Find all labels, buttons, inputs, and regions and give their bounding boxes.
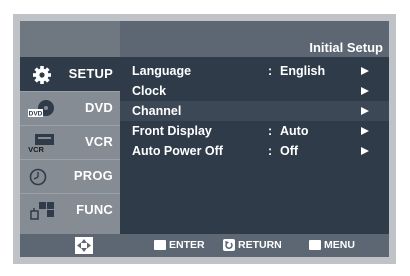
sidebar: SETUP DVD DVD VCR VCR PROG FUNC bbox=[20, 21, 120, 234]
svg-text:VCR: VCR bbox=[28, 145, 44, 153]
menu-item-value: English bbox=[280, 64, 326, 78]
svg-text:DVD: DVD bbox=[29, 111, 43, 118]
setup-menu: Language : English Clock Channel Front D… bbox=[120, 57, 389, 234]
gear-icon bbox=[33, 66, 51, 84]
menu-item-value: Off bbox=[280, 144, 299, 158]
enter-hint: ENTER bbox=[154, 239, 214, 253]
menu-item-label: Front Display bbox=[132, 124, 212, 138]
menu-key-icon bbox=[309, 240, 321, 250]
sidebar-header bbox=[20, 21, 120, 57]
enter-key-icon bbox=[154, 240, 166, 250]
return-arrow-icon bbox=[223, 239, 235, 251]
menu-item-label: Language bbox=[132, 64, 192, 78]
menu-item-value: Auto bbox=[280, 124, 309, 138]
sidebar-item-setup[interactable]: SETUP bbox=[20, 57, 120, 91]
menu-item-separator: : bbox=[268, 64, 273, 78]
arrow-right-icon bbox=[361, 127, 369, 135]
menu-item-separator: : bbox=[268, 124, 273, 138]
tv-osd-frame: SETUP DVD DVD VCR VCR PROG FUNC Initial … bbox=[13, 14, 396, 264]
function-blocks-icon bbox=[30, 202, 54, 220]
sidebar-item-label: VCR bbox=[84, 134, 113, 149]
direction-pad-icon bbox=[75, 237, 93, 254]
menu-item-channel[interactable]: Channel bbox=[120, 101, 389, 121]
sidebar-item-label: PROG bbox=[73, 168, 113, 183]
page-title: Initial Setup bbox=[309, 40, 383, 55]
arrow-right-icon bbox=[361, 67, 369, 75]
sidebar-item-prog[interactable]: PROG bbox=[20, 159, 120, 193]
enter-hint-label: ENTER bbox=[169, 239, 205, 251]
menu-hint: MENU bbox=[309, 239, 369, 253]
sidebar-item-func[interactable]: FUNC bbox=[20, 193, 120, 234]
return-hint-label: RETURN bbox=[238, 239, 282, 251]
arrow-right-icon bbox=[361, 107, 369, 115]
return-hint: RETURN bbox=[223, 239, 293, 253]
arrow-right-icon bbox=[361, 87, 369, 95]
sidebar-item-label: SETUP bbox=[68, 66, 113, 81]
menu-item-label: Channel bbox=[132, 104, 182, 118]
menu-item-label: Auto Power Off bbox=[132, 144, 223, 158]
menu-header: Initial Setup bbox=[120, 21, 389, 57]
sidebar-item-dvd[interactable]: DVD DVD bbox=[20, 91, 120, 125]
menu-item-label: Clock bbox=[132, 84, 167, 98]
menu-item-clock[interactable]: Clock bbox=[120, 81, 389, 101]
menu-hint-label: MENU bbox=[324, 239, 355, 251]
dvd-disc-icon: DVD bbox=[28, 100, 54, 118]
clock-icon bbox=[29, 168, 47, 186]
menu-item-auto-power-off[interactable]: Auto Power Off : Off bbox=[120, 141, 389, 161]
sidebar-item-vcr[interactable]: VCR VCR bbox=[20, 125, 120, 159]
arrow-right-icon bbox=[361, 147, 369, 155]
osd-screen: SETUP DVD DVD VCR VCR PROG FUNC Initial … bbox=[20, 21, 389, 257]
menu-item-language[interactable]: Language : English bbox=[120, 61, 389, 81]
footer-hints: ENTER RETURN MENU bbox=[20, 234, 389, 257]
menu-item-separator: : bbox=[268, 144, 273, 158]
sidebar-item-label: DVD bbox=[84, 100, 113, 115]
sidebar-item-label: FUNC bbox=[76, 202, 113, 217]
vcr-tape-icon: VCR bbox=[28, 134, 54, 153]
menu-item-front-display[interactable]: Front Display : Auto bbox=[120, 121, 389, 141]
